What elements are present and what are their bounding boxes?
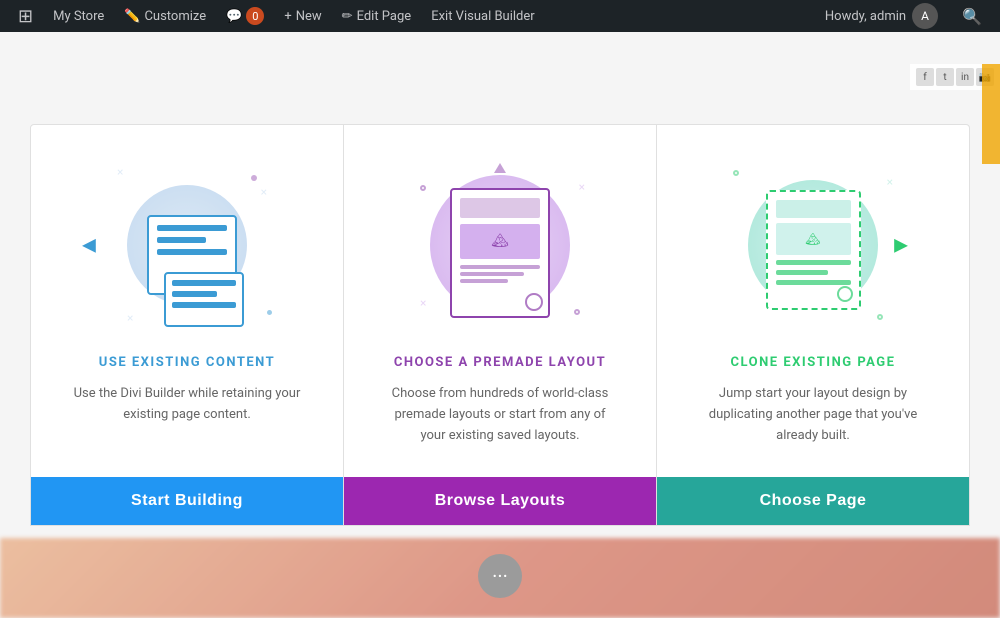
- start-building-button[interactable]: Start Building: [31, 477, 343, 525]
- line2: [157, 237, 206, 243]
- facebook-icon[interactable]: f: [916, 68, 934, 86]
- my-store-label: My Store: [53, 9, 104, 24]
- bl2: [172, 291, 217, 297]
- green-circle: [837, 286, 853, 302]
- cards-container: × × × ◀: [30, 124, 970, 525]
- comments-count: 0: [246, 7, 264, 25]
- card-choose-premade: × × 🏔 CHOOSE A PREMADE LAYOUT: [344, 124, 656, 525]
- sidebar-accent: [982, 64, 1000, 164]
- deco-dot3: [420, 185, 426, 191]
- browse-layouts-button[interactable]: Browse Layouts: [344, 477, 656, 525]
- exit-visual-builder-item[interactable]: Exit Visual Builder: [421, 0, 544, 32]
- pl1: [460, 265, 540, 269]
- howdy-text: Howdy, admin: [825, 9, 906, 24]
- deco-x4: ×: [420, 296, 426, 310]
- deco-dot4: [574, 309, 580, 315]
- pl3: [460, 279, 508, 283]
- admin-bar-right: Howdy, admin A 🔍: [815, 3, 992, 29]
- deco-dot2: [267, 310, 272, 315]
- bl3: [172, 302, 236, 308]
- gl3: [776, 280, 851, 285]
- edit-icon: ✏: [342, 9, 353, 24]
- float-btn-dots: ···: [492, 564, 508, 588]
- deco-x3: ×: [127, 311, 133, 325]
- deco-x6: ×: [887, 175, 893, 189]
- new-item[interactable]: + New: [274, 0, 331, 32]
- deco-x2: ×: [261, 185, 267, 199]
- deco-dot6: [877, 314, 883, 320]
- comments-icon: 💬: [226, 9, 242, 24]
- card-desc-choose-premade: Choose from hundreds of world-class prem…: [385, 384, 615, 446]
- img-placeholder: 🏔: [460, 224, 540, 259]
- card-use-existing: × × × ◀: [30, 124, 344, 525]
- choose-page-button[interactable]: Choose Page: [657, 477, 969, 525]
- page-doc-2: 🏔: [450, 188, 550, 318]
- main-area: f t in 📷 × × ×: [0, 32, 1000, 618]
- arrow-right-icon: ▶: [894, 235, 908, 256]
- gl1: [776, 260, 851, 265]
- deco-dot1: [251, 175, 257, 181]
- comments-item[interactable]: 💬 0: [216, 0, 274, 32]
- customize-icon: ✏️: [124, 9, 140, 24]
- linkedin-icon[interactable]: in: [956, 68, 974, 86]
- my-store-item[interactable]: My Store: [43, 0, 114, 32]
- gl2: [776, 270, 829, 275]
- exit-visual-builder-label: Exit Visual Builder: [431, 9, 534, 24]
- card-desc-use-existing: Use the Divi Builder while retaining you…: [72, 384, 302, 426]
- customize-item[interactable]: ✏️ Customize: [114, 0, 216, 32]
- illustration-choose-premade: × × 🏔: [400, 155, 600, 335]
- line3: [157, 249, 227, 255]
- deco-x5: ×: [579, 180, 585, 194]
- illustration-use-existing: × × × ◀: [87, 155, 287, 335]
- green-img: 🏔: [776, 223, 851, 255]
- new-label: New: [296, 9, 322, 24]
- header-bar: [460, 198, 540, 218]
- card-title-use-existing: USE EXISTING CONTENT: [99, 355, 275, 370]
- float-action-button[interactable]: ···: [478, 554, 522, 598]
- card-desc-clone-page: Jump start your layout design by duplica…: [698, 384, 928, 446]
- illustration-clone-page: ▶ × 🏔: [713, 155, 913, 335]
- triangle-icon: [494, 163, 506, 173]
- card-title-clone-page: CLONE EXISTING PAGE: [731, 355, 896, 370]
- plus-icon: +: [284, 9, 291, 24]
- admin-bar: ⊞ My Store ✏️ Customize 💬 0 + New ✏ Edit…: [0, 0, 1000, 32]
- green-header: [776, 200, 851, 218]
- line1: [157, 225, 227, 231]
- edit-page-item[interactable]: ✏ Edit Page: [332, 0, 422, 32]
- green-mountain: 🏔: [805, 232, 820, 246]
- howdy-section[interactable]: Howdy, admin A: [815, 3, 948, 29]
- wp-logo-icon: ⊞: [18, 6, 33, 27]
- circle-outline: [525, 293, 543, 311]
- twitter-icon[interactable]: t: [936, 68, 954, 86]
- customize-label: Customize: [144, 9, 206, 24]
- wp-logo-item[interactable]: ⊞: [8, 0, 43, 32]
- deco-dot5: [733, 170, 739, 176]
- mountain-icon: 🏔: [491, 233, 509, 249]
- search-icon[interactable]: 🔍: [952, 7, 992, 26]
- bl1: [172, 280, 236, 286]
- arrow-left-icon: ◀: [82, 235, 96, 256]
- avatar: A: [912, 3, 938, 29]
- pl2: [460, 272, 524, 276]
- card-title-choose-premade: CHOOSE A PREMADE LAYOUT: [394, 355, 606, 370]
- edit-page-label: Edit Page: [357, 9, 412, 24]
- doc-main: [147, 215, 237, 295]
- page-doc-3: 🏔: [766, 190, 861, 310]
- card-clone-page: ▶ × 🏔 CLONE EXISTING PAGE Ju: [656, 124, 970, 525]
- deco-x1: ×: [117, 165, 123, 179]
- doc-back: [164, 272, 244, 327]
